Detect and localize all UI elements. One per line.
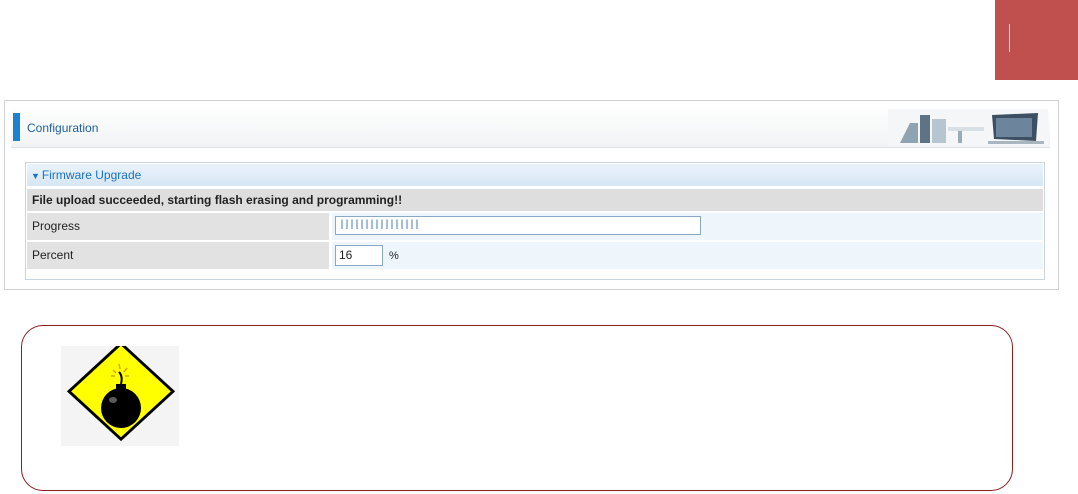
header-accent-bar — [13, 113, 20, 141]
warning-box — [21, 325, 1013, 491]
corner-tab-mark — [1009, 24, 1010, 52]
percent-row: Percent 16 % — [27, 242, 1043, 269]
office-banner-image — [888, 109, 1048, 145]
percent-field: 16 — [335, 245, 383, 266]
status-message: File upload succeeded, starting flash er… — [27, 189, 1043, 211]
configuration-panel: Configuration ▼ Firmware Upgrade File upl… — [4, 100, 1059, 290]
percent-label: Percent — [27, 242, 329, 269]
bomb-warning-icon — [61, 341, 179, 446]
percent-cell: 16 % — [332, 242, 1043, 269]
corner-tab — [995, 0, 1078, 80]
bomb-icon-graphic — [66, 341, 176, 442]
panel-header: Configuration — [11, 107, 1050, 148]
progress-row: Progress |||||||||||||||| — [27, 213, 1043, 240]
triangle-down-icon: ▼ — [31, 171, 40, 181]
percent-unit: % — [389, 250, 399, 262]
section-title-text: Firmware Upgrade — [41, 168, 142, 182]
progress-label: Progress — [27, 213, 329, 240]
progress-field: |||||||||||||||| — [335, 216, 701, 235]
progress-cell: |||||||||||||||| — [332, 213, 1043, 240]
panel-title: Configuration — [27, 121, 99, 135]
firmware-upgrade-section-title[interactable]: ▼ Firmware Upgrade — [27, 164, 1043, 186]
firmware-upgrade-table: ▼ Firmware Upgrade File upload succeeded,… — [25, 162, 1045, 280]
